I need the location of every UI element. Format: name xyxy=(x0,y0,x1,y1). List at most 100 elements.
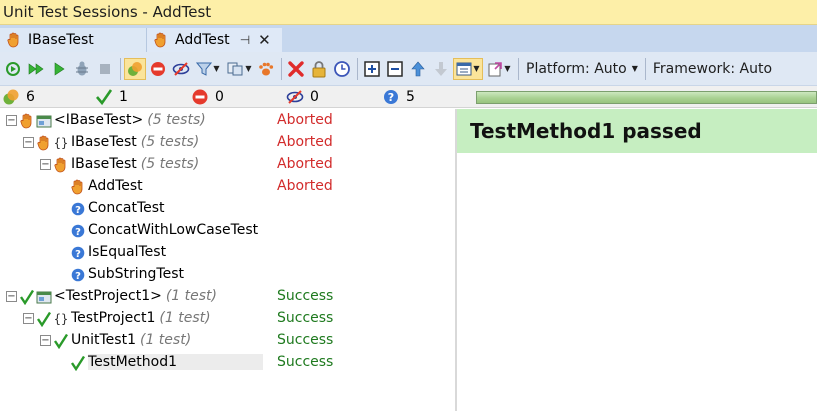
tree-row-class[interactable]: − UnitTest1 (1 test) Success xyxy=(0,330,455,352)
test-result-pane: TestMethod1 passed xyxy=(457,109,817,411)
show-failed-icon[interactable] xyxy=(147,58,169,80)
layout-icon[interactable]: ▼ xyxy=(453,57,483,80)
tree-row-method[interactable]: ? IsEqualTest xyxy=(0,242,455,264)
test-count: (5 tests) xyxy=(140,156,200,172)
group-by-icon[interactable]: ▼ xyxy=(224,58,254,80)
tree-row-project[interactable]: − <IBaseTest> (5 tests) Aborted xyxy=(0,110,455,132)
test-count: (5 tests) xyxy=(147,112,206,128)
tree-row-label: TestProject1 (1 test) xyxy=(71,310,211,326)
tab-label: AddTest xyxy=(175,32,230,48)
window-title: Unit Test Sessions - AddTest xyxy=(0,0,817,25)
tree-row-label: IBaseTest (5 tests) xyxy=(71,156,199,172)
tree-row-label: TestMethod1 xyxy=(88,354,263,370)
framework-dropdown[interactable]: Framework: Auto xyxy=(649,61,776,77)
tree-row-namespace[interactable]: − {} TestProject1 (1 test) Success xyxy=(0,308,455,330)
tree-row-namespace[interactable]: − {} IBaseTest (5 tests) Aborted xyxy=(0,132,455,154)
svg-text:?: ? xyxy=(75,205,81,216)
failed-count: 0 xyxy=(215,89,224,105)
debug-icon[interactable] xyxy=(48,58,70,80)
run-icon[interactable] xyxy=(25,58,47,80)
tree-row-method[interactable]: ? ConcatTest xyxy=(0,198,455,220)
test-result-status: Aborted xyxy=(277,156,333,172)
tree-row-method[interactable]: AddTest Aborted xyxy=(0,176,455,198)
tree-row-method[interactable]: ? ConcatWithLowCaseTest xyxy=(0,220,455,242)
framework-label: Framework: Auto xyxy=(652,60,773,77)
namespace-icon: {} xyxy=(53,136,69,150)
pin-icon[interactable]: ⊣ xyxy=(240,33,250,47)
track-running-icon[interactable] xyxy=(255,58,277,80)
hand-stop-icon xyxy=(36,135,52,151)
tab-addtest[interactable]: AddTest ⊣ ✕ xyxy=(146,28,282,52)
question-icon: ? xyxy=(70,223,86,239)
collapse-toggle-icon[interactable]: − xyxy=(40,159,51,170)
stop-icon[interactable] xyxy=(94,58,116,80)
test-name: UnitTest1 xyxy=(71,332,136,348)
hand-stop-icon xyxy=(19,113,35,129)
test-name: <TestProject1> xyxy=(54,288,162,304)
unit-test-tree: − <IBaseTest> (5 tests) Aborted −{} IBaseTest… xyxy=(0,109,455,411)
question-icon: ? xyxy=(382,88,400,106)
show-all-icon[interactable] xyxy=(124,57,146,80)
toolbar-separator xyxy=(644,57,646,80)
hand-stop-icon xyxy=(53,157,69,173)
passed-tests-counter[interactable]: 1 xyxy=(95,88,128,106)
bug-icon[interactable] xyxy=(71,58,93,80)
toolbar: ▼ ▼ ▼ ▼ Platform: Auto ▼ Framework: Auto xyxy=(0,52,817,86)
previous-icon[interactable] xyxy=(407,58,429,80)
collapse-toggle-icon[interactable]: − xyxy=(6,291,17,302)
tree-row-label: SubStringTest xyxy=(88,266,184,282)
show-ignored-icon[interactable] xyxy=(170,58,192,80)
platform-label: Platform: Auto xyxy=(526,60,627,77)
test-name: TestMethod1 xyxy=(88,354,177,370)
passed-count: 1 xyxy=(119,89,128,105)
checkmark-icon xyxy=(95,88,113,106)
ignored-tests-counter[interactable]: 0 xyxy=(286,88,319,106)
export-icon[interactable]: ▼ xyxy=(484,58,514,80)
collapse-all-icon[interactable] xyxy=(384,58,406,80)
unknown-count: 5 xyxy=(406,89,415,105)
next-icon[interactable] xyxy=(430,58,452,80)
unknown-tests-counter[interactable]: ? 5 xyxy=(382,88,415,106)
test-result-status: Aborted xyxy=(277,134,333,150)
history-icon[interactable] xyxy=(331,58,353,80)
ignored-icon xyxy=(286,88,304,106)
namespace-icon: {} xyxy=(53,312,69,326)
project-icon xyxy=(36,289,52,305)
expand-all-icon[interactable] xyxy=(361,58,383,80)
hand-stop-icon xyxy=(153,32,169,48)
toolbar-separator xyxy=(518,57,519,80)
run-all-icon[interactable] xyxy=(2,58,24,80)
test-name: ConcatWithLowCaseTest xyxy=(88,222,259,238)
test-result-status: Aborted xyxy=(277,112,333,128)
toolbar-separator xyxy=(120,57,121,80)
toolbar-separator xyxy=(281,57,282,80)
failed-tests-counter[interactable]: 0 xyxy=(191,88,224,106)
test-result-status: Success xyxy=(277,288,334,304)
toolbar-separator xyxy=(357,57,358,80)
checkmark-icon xyxy=(70,355,86,371)
collapse-toggle-icon[interactable]: − xyxy=(23,313,34,324)
tree-row-class[interactable]: − IBaseTest (5 tests) Aborted xyxy=(0,154,455,176)
close-icon[interactable]: ✕ xyxy=(258,31,271,49)
tree-row-project[interactable]: − <TestProject1> (1 test) Success xyxy=(0,286,455,308)
test-count: (1 test) xyxy=(165,288,218,304)
test-name: AddTest xyxy=(88,178,143,194)
project-icon xyxy=(36,113,52,129)
tree-row-method[interactable]: TestMethod1 Success xyxy=(0,352,455,374)
tab-ibasetest[interactable]: IBaseTest xyxy=(0,28,146,52)
platform-dropdown[interactable]: Platform: Auto ▼ xyxy=(522,61,642,77)
collapse-toggle-icon[interactable]: − xyxy=(40,335,51,346)
lock-icon[interactable] xyxy=(308,58,330,80)
svg-text:?: ? xyxy=(75,249,81,260)
remove-icon[interactable] xyxy=(285,58,307,80)
test-name: IsEqualTest xyxy=(88,244,167,260)
test-name: ConcatTest xyxy=(88,200,165,216)
tree-row-label: ConcatWithLowCaseTest xyxy=(88,222,258,238)
total-tests-counter[interactable]: 6 xyxy=(2,88,35,106)
collapse-toggle-icon[interactable]: − xyxy=(23,137,34,148)
tree-row-method[interactable]: ? SubStringTest xyxy=(0,264,455,286)
test-name: IBaseTest xyxy=(71,156,137,172)
filter-icon[interactable]: ▼ xyxy=(193,58,223,80)
tree-row-label: ConcatTest xyxy=(88,200,165,216)
collapse-toggle-icon[interactable]: − xyxy=(6,115,17,126)
